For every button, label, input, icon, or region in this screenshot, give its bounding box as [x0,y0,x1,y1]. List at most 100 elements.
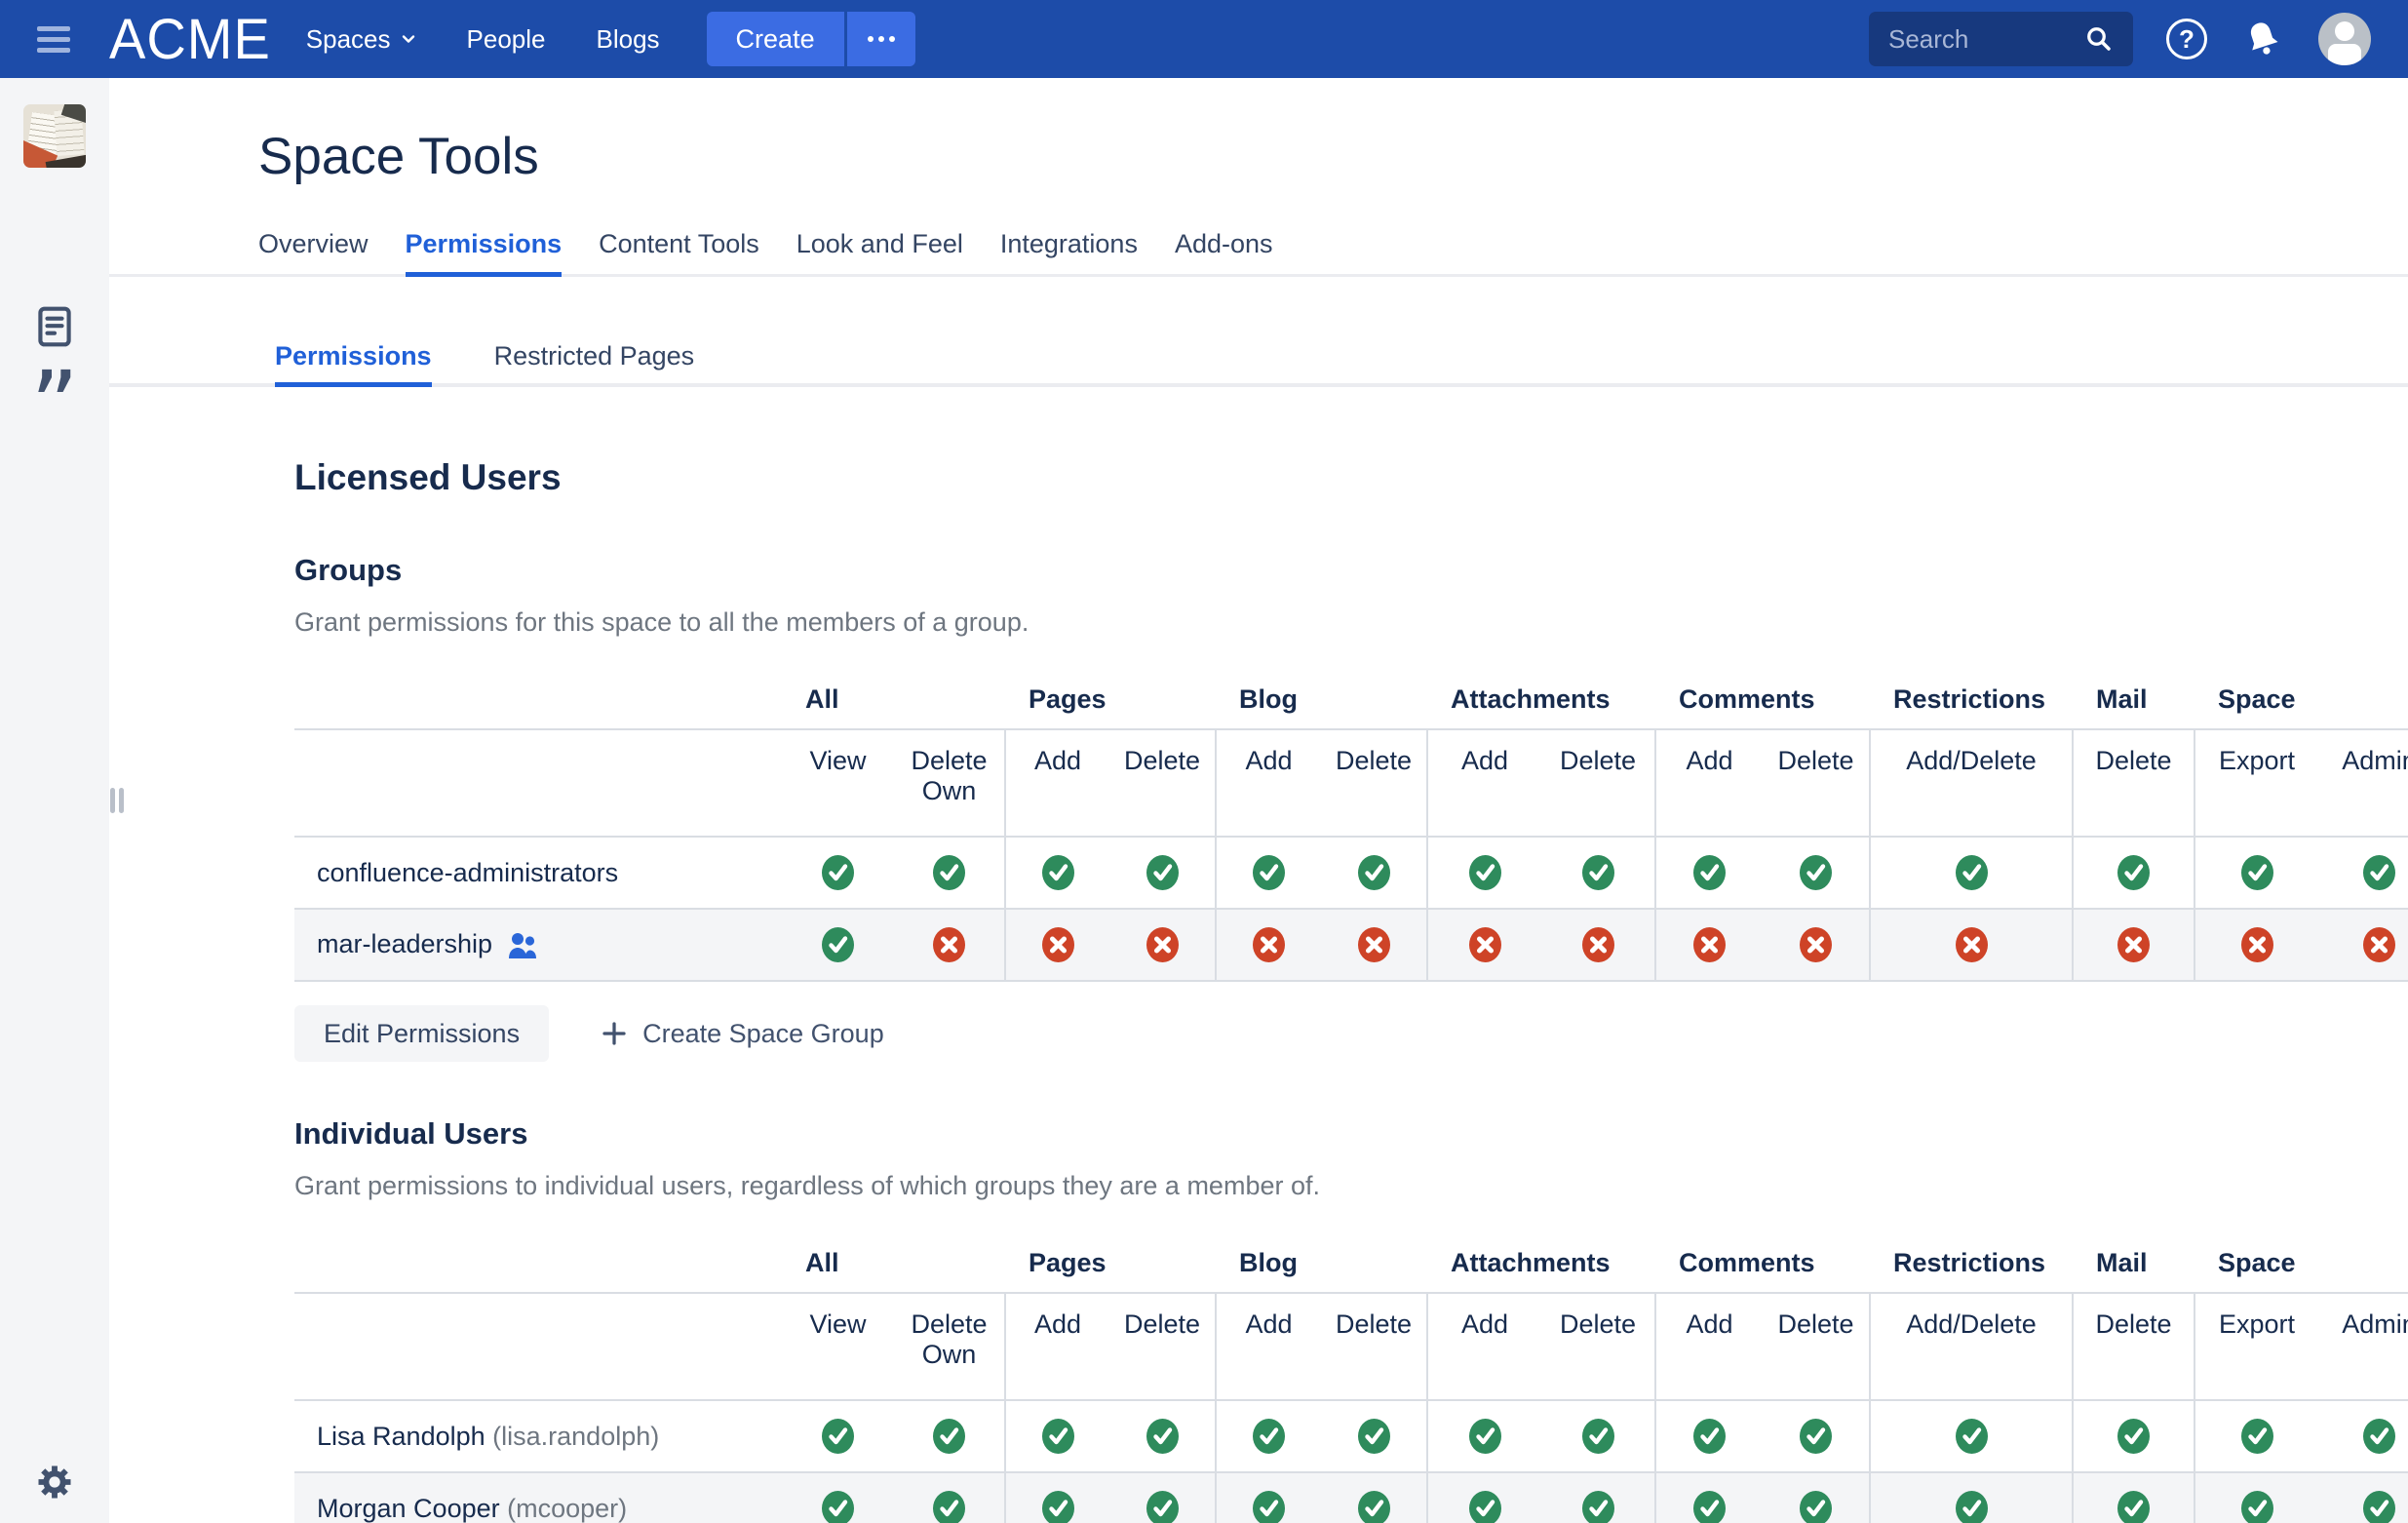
column-subheader: View [782,1293,894,1400]
granted-icon [822,1419,854,1454]
permission-cell [1109,837,1216,909]
permission-cell [782,1400,894,1472]
top-nav: Spaces People Blogs [306,24,660,55]
permission-cell [1870,837,2073,909]
granted-icon [1469,855,1501,890]
blog-quote-icon[interactable]: ” [0,359,109,452]
tab-add-ons[interactable]: Add-ons [1175,229,1273,277]
granted-icon [1358,1491,1390,1523]
permission-cell [2073,909,2194,981]
row-name: Lisa Randolph (lisa.randolph) [294,1400,782,1472]
avatar[interactable] [2318,13,2371,65]
column-group-header: All [782,1236,1005,1293]
individual-users-description: Grant permissions to individual users, r… [294,1171,2408,1201]
granted-icon [1582,1419,1614,1454]
edit-permissions-button[interactable]: Edit Permissions [294,1005,549,1062]
permission-cell [2073,1472,2194,1523]
more-actions-button[interactable] [847,12,915,66]
tab-integrations[interactable]: Integrations [1000,229,1138,277]
granted-icon [2117,1491,2150,1523]
permission-cell [1427,837,1541,909]
column-group-header: Comments [1655,673,1870,729]
permission-cell [1005,837,1109,909]
column-group-header: Restrictions [1870,673,2073,729]
column-group-header: Blog [1216,673,1427,729]
row-name: Morgan Cooper (mcooper) [294,1472,782,1523]
space-logo[interactable] [23,104,86,168]
permission-cell [1541,909,1655,981]
column-group-header: Pages [1005,1236,1216,1293]
page-title: Space Tools [258,127,2408,186]
tab-look-and-feel[interactable]: Look and Feel [796,229,963,277]
tab-permissions[interactable]: Permissions [406,229,563,277]
permission-cell [782,909,894,981]
granted-icon [1146,855,1179,890]
column-group-header: Attachments [1427,673,1655,729]
column-subheader: Delete [1763,1293,1870,1400]
column-group-header: Mail [2073,673,2194,729]
permission-cell [1005,1472,1109,1523]
column-group-header: Space [2194,673,2408,729]
permission-cell [1109,909,1216,981]
table-row: Lisa Randolph (lisa.randolph) [294,1400,2408,1472]
granted-icon [822,1491,854,1523]
column-subheader: Add [1216,729,1321,837]
column-group-header: Attachments [1427,1236,1655,1293]
permission-cell [2318,1400,2408,1472]
nav-spaces[interactable]: Spaces [306,24,416,55]
column-subheader: Delete [1321,729,1427,837]
column-subheader: Delete [1763,729,1870,837]
denied-icon [1253,927,1285,962]
permissions-subtabs: Permissions Restricted Pages [109,341,2408,387]
subtab-restricted-pages[interactable]: Restricted Pages [494,341,695,387]
permission-cell [1763,837,1870,909]
permission-cell [1216,1400,1321,1472]
help-icon[interactable]: ? [2166,19,2207,59]
groups-heading: Groups [294,553,2408,588]
column-subheader: Admin [2318,729,2408,837]
permission-cell [2318,837,2408,909]
tab-overview[interactable]: Overview [258,229,369,277]
create-button[interactable]: Create [707,12,844,66]
space-settings-gear-icon[interactable] [0,1461,109,1503]
denied-icon [1469,927,1501,962]
column-group-header: Blog [1216,1236,1427,1293]
brand-logo[interactable]: ACME [109,0,271,80]
create-space-group-link[interactable]: Create Space Group [600,1019,884,1049]
subtab-permissions[interactable]: Permissions [275,341,432,387]
permission-cell [1321,1400,1427,1472]
column-group-header: All [782,673,1005,729]
tab-content-tools[interactable]: Content Tools [599,229,759,277]
groups-description: Grant permissions for this space to all … [294,607,2408,638]
granted-icon [1693,1491,1726,1523]
column-subheader: Add [1655,1293,1763,1400]
column-subheader: View [782,729,894,837]
column-subheader: Add [1427,729,1541,837]
column-subheader: Add [1005,1293,1109,1400]
main-content: Space Tools Overview Permissions Content… [109,78,2408,1523]
hamburger-icon[interactable] [0,26,70,53]
column-subheader: Export [2194,1293,2318,1400]
column-subheader: Add/Delete [1870,1293,2073,1400]
sidebar-resize-handle[interactable] [110,788,124,813]
column-group-header: Mail [2073,1236,2194,1293]
nav-people[interactable]: People [467,24,546,55]
granted-icon [1042,1419,1074,1454]
granted-icon [1800,855,1832,890]
nav-blogs[interactable]: Blogs [597,24,660,55]
granted-icon [2363,855,2395,890]
granted-icon [1042,1491,1074,1523]
search-input[interactable]: Search [1869,12,2133,66]
permission-cell [1763,909,1870,981]
permission-cell [2194,1472,2318,1523]
permission-cell [1109,1472,1216,1523]
column-subheader: Delete [2073,1293,2194,1400]
granted-icon [2363,1491,2395,1523]
pages-icon[interactable] [0,302,109,351]
notifications-icon[interactable] [2240,17,2285,61]
granted-icon [933,855,965,890]
column-subheader: Delete [2073,729,2194,837]
group-members-icon[interactable] [506,931,539,960]
denied-icon [1358,927,1390,962]
permission-cell [1655,837,1763,909]
